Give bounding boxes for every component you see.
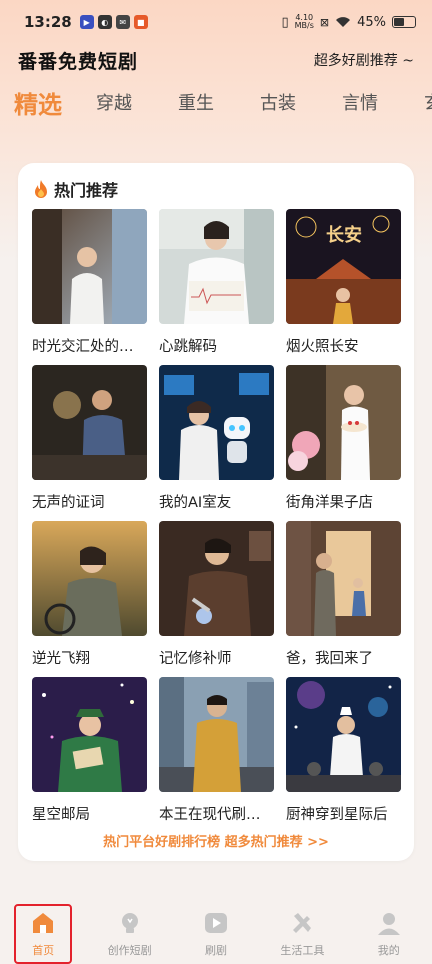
drama-title: 本王在现代刷… bbox=[159, 807, 261, 823]
drama-poster: 长安 bbox=[286, 209, 401, 324]
ranking-link[interactable]: 热门平台好剧排行榜 超多热门推荐 >> bbox=[18, 831, 414, 850]
battery-percent: 45% bbox=[357, 14, 386, 30]
drama-title: 时光交汇处的… bbox=[32, 339, 134, 355]
drama-title: 逆光飞翔 bbox=[32, 651, 90, 667]
nav-profile[interactable]: 我的 bbox=[346, 900, 432, 964]
app-title: 番番免费短剧 bbox=[18, 50, 139, 73]
drama-item[interactable]: 我的AI室友 bbox=[159, 365, 274, 521]
drama-poster bbox=[286, 521, 401, 636]
wifi-icon bbox=[336, 17, 351, 27]
status-bar: 13:28 ▶ ◐ ✉ ■ ▯ 4.10 MB/s ⊠ 45% bbox=[0, 0, 432, 44]
drama-item[interactable]: 本王在现代刷… bbox=[159, 677, 274, 833]
drama-title: 记忆修补师 bbox=[159, 651, 232, 667]
drama-item[interactable]: 心跳解码 bbox=[159, 209, 274, 365]
tab-costume[interactable]: 古装 bbox=[260, 89, 296, 115]
net-speed: 4.10 MB/s bbox=[294, 13, 314, 30]
app-notification-icon: ■ bbox=[133, 15, 148, 29]
fire-icon bbox=[35, 180, 47, 198]
bottom-nav: 首页 创作短剧 刷剧 生活工具 我的 bbox=[0, 900, 432, 964]
nav-home[interactable]: 首页 bbox=[0, 900, 86, 964]
drama-title: 星空邮局 bbox=[32, 807, 90, 823]
sim-icon: ⊠ bbox=[319, 15, 330, 29]
drama-poster bbox=[159, 677, 274, 792]
app-notification-icon: ▶ bbox=[79, 15, 94, 29]
drama-poster bbox=[32, 521, 147, 636]
app-notification-icon: ◐ bbox=[97, 15, 112, 29]
status-time: 13:28 bbox=[24, 13, 72, 31]
home-icon bbox=[33, 913, 54, 933]
tab-romance[interactable]: 言情 bbox=[342, 89, 378, 115]
section-header: 热门推荐 bbox=[32, 177, 118, 201]
nav-life-tools[interactable]: 生活工具 bbox=[259, 900, 345, 964]
drama-title: 我的AI室友 bbox=[159, 495, 232, 511]
drama-item[interactable]: 街角洋果子店 bbox=[286, 365, 401, 521]
drama-poster bbox=[32, 209, 147, 324]
user-icon bbox=[377, 913, 400, 935]
section-title: 热门推荐 bbox=[54, 181, 119, 200]
drama-grid: 时光交汇处的… 心跳解码 长安 烟火照长安 无声的证词 我的AI室友 街角洋果子… bbox=[32, 209, 401, 833]
drama-title: 烟火照长安 bbox=[286, 339, 359, 355]
drama-title: 街角洋果子店 bbox=[286, 495, 373, 511]
nav-watch[interactable]: 刷剧 bbox=[173, 900, 259, 964]
nav-create-drama[interactable]: 创作短剧 bbox=[86, 900, 172, 964]
svg-text:长安: 长安 bbox=[326, 224, 362, 246]
drama-item[interactable]: 爸，我回来了 bbox=[286, 521, 401, 677]
drama-poster bbox=[32, 677, 147, 792]
drama-title: 心跳解码 bbox=[159, 339, 217, 355]
drama-poster bbox=[32, 365, 147, 480]
drama-title: 无声的证词 bbox=[32, 495, 105, 511]
header-promo[interactable]: 超多好剧推荐 ~ bbox=[314, 50, 414, 70]
drama-title: 厨神穿到星际后 bbox=[286, 807, 388, 823]
drama-poster bbox=[159, 209, 274, 324]
drama-poster bbox=[286, 677, 401, 792]
play-icon bbox=[204, 913, 227, 933]
drama-poster bbox=[159, 365, 274, 480]
drama-item[interactable]: 长安 烟火照长安 bbox=[286, 209, 401, 365]
battery-icon bbox=[392, 16, 416, 28]
tab-fantasy[interactable]: 玄 bbox=[424, 89, 432, 115]
drama-poster bbox=[159, 521, 274, 636]
drama-item[interactable]: 星空邮局 bbox=[32, 677, 147, 833]
drama-item[interactable]: 时光交汇处的… bbox=[32, 209, 147, 365]
tab-rebirth[interactable]: 重生 bbox=[178, 89, 214, 115]
bulb-icon bbox=[121, 913, 138, 933]
drama-item[interactable]: 逆光飞翔 bbox=[32, 521, 147, 677]
drama-item[interactable]: 厨神穿到星际后 bbox=[286, 677, 401, 833]
tab-featured[interactable]: 精选 bbox=[14, 85, 62, 120]
drama-item[interactable]: 记忆修补师 bbox=[159, 521, 274, 677]
drama-poster bbox=[286, 365, 401, 480]
tab-time-travel[interactable]: 穿越 bbox=[96, 89, 132, 115]
hot-recommend-card: 热门推荐 时光交汇处的… 心跳解码 长安 烟火照长安 无声的证词 我的AI室友 … bbox=[18, 163, 414, 861]
category-tabs: 精选 穿越 重生 古装 言情 玄 bbox=[0, 82, 432, 122]
vibrate-icon: ▯ bbox=[281, 14, 289, 30]
drama-item[interactable]: 无声的证词 bbox=[32, 365, 147, 521]
drama-title: 爸，我回来了 bbox=[286, 651, 373, 667]
mail-notification-icon: ✉ bbox=[115, 15, 130, 29]
app-header: 番番免费短剧 超多好剧推荐 ~ bbox=[0, 44, 432, 76]
tools-icon bbox=[293, 913, 312, 933]
